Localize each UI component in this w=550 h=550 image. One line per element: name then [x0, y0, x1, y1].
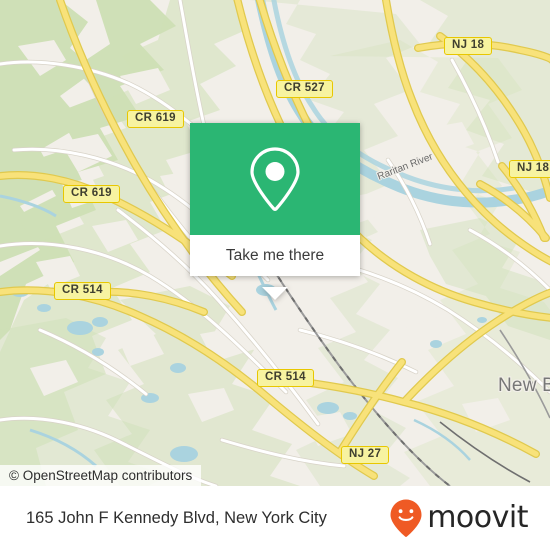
address-label: 165 John F Kennedy Blvd, New York City [26, 508, 327, 527]
map-canvas[interactable]: NJ 18 CR 527 CR 619 NJ 18 CR 619 CR 514 … [0, 0, 550, 486]
road-shield: CR 527 [276, 80, 333, 98]
take-me-there-button[interactable]: Take me there [190, 235, 360, 276]
road-shield: CR 514 [54, 282, 111, 300]
moovit-pin-smiley-icon [390, 499, 422, 537]
footer-bar: 165 John F Kennedy Blvd, New York City m… [0, 486, 550, 550]
moovit-logo[interactable]: moovit [389, 498, 528, 538]
map-screenshot: NJ 18 CR 527 CR 619 NJ 18 CR 619 CR 514 … [0, 0, 550, 550]
take-me-there-label: Take me there [225, 246, 325, 264]
footer-content: 165 John F Kennedy Blvd, New York City m… [0, 486, 550, 550]
road-shield: NJ 18 [444, 37, 493, 55]
attribution-text: © OpenStreetMap contributors [9, 468, 193, 483]
popup-image-panel [190, 123, 360, 235]
moovit-wordmark: moovit [427, 500, 528, 535]
road-shield: CR 619 [127, 110, 184, 128]
map-pin-icon [250, 147, 300, 212]
map-attribution[interactable]: © OpenStreetMap contributors [0, 465, 202, 486]
road-shield: NJ 18 [509, 160, 550, 178]
place-label: New B [498, 375, 550, 396]
location-popup-card[interactable]: Take me there [190, 123, 360, 300]
road-shield: CR 514 [257, 369, 314, 387]
road-shield: NJ 27 [341, 446, 390, 464]
popup-pointer-tail [262, 287, 288, 300]
road-shield: CR 619 [63, 185, 120, 203]
